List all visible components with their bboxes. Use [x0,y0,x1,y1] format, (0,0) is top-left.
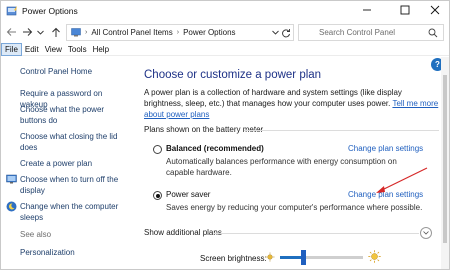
breadcrumb[interactable]: › All Control Panel Items › Power Option… [66,24,294,41]
minimize-icon [363,9,371,11]
chevron-down-icon [423,231,429,235]
refresh-icon[interactable] [281,28,291,38]
menu-tools[interactable]: Tools [65,43,90,56]
screen-brightness-label: Screen brightness: [200,254,267,263]
control-panel-icon [71,28,81,37]
close-button[interactable] [421,1,449,19]
breadcrumb-separator: › [176,29,180,36]
sidebar-create-plan[interactable]: Create a power plan [20,158,132,169]
balanced-change-settings-link[interactable]: Change plan settings [348,144,423,153]
balanced-plan-name[interactable]: Balanced (recommended) [166,144,264,153]
sidebar-power-buttons[interactable]: Choose what the power buttons do [20,104,132,126]
show-more-divider [214,233,419,234]
breadcrumb-separator: › [85,29,88,36]
expand-plans-button[interactable] [420,227,432,239]
balanced-radio[interactable] [153,145,162,154]
forward-button[interactable] [20,24,34,40]
power-saver-plan-name[interactable]: Power saver [166,190,210,199]
up-button[interactable] [49,24,63,40]
page-description: A power plan is a collection of hardware… [144,87,439,120]
sleep-moon-icon [6,201,17,212]
breadcrumb-item[interactable]: Power Options [183,28,235,37]
menu-edit[interactable]: Edit [22,43,42,56]
title-bar: Power Options [1,1,449,21]
show-additional-plans[interactable]: Show additional plans [144,228,222,237]
window-title: Power Options [22,6,78,16]
sidebar: Control Panel Home Require a password on… [1,57,136,269]
close-icon [430,5,440,15]
power-saver-plan-description: Saves energy by reducing your computer's… [166,203,423,212]
sidebar-closing-lid[interactable]: Choose what closing the lid does [20,131,132,153]
sidebar-turn-off-display[interactable]: Choose when to turn off the display [20,174,132,196]
balanced-plan-description: Automatically balances performance with … [166,157,397,177]
sidebar-personalization[interactable]: Personalization [20,247,132,258]
maximize-button[interactable] [391,1,419,19]
minimize-button[interactable] [353,1,381,19]
search-box[interactable] [298,24,444,41]
see-also-heading: See also [20,230,52,239]
main-content: Choose or customize a power plan A power… [136,57,441,269]
menu-file[interactable]: File [1,42,22,56]
power-saver-change-settings-link[interactable]: Change plan settings [348,190,423,199]
chevron-down-icon[interactable] [272,30,279,35]
arrow-left-icon [6,28,16,36]
sidebar-control-panel-home[interactable]: Control Panel Home [20,66,132,77]
page-title: Choose or customize a power plan [144,69,322,81]
brightness-low-icon [265,252,275,262]
brightness-high-icon [368,250,381,263]
menu-help[interactable]: Help [90,43,112,56]
search-icon [428,28,438,38]
brightness-slider-thumb[interactable] [301,250,306,265]
scrollbar-thumb[interactable] [443,75,447,243]
menu-bar: File Edit View Tools Help [1,42,449,56]
sidebar-computer-sleeps[interactable]: Change when the computer sleeps [20,201,132,223]
power-options-window: Power Options › All Control Panel Items … [0,0,450,270]
recent-locations-button[interactable] [35,24,45,40]
chevron-down-icon [36,30,44,35]
arrow-right-icon [22,28,32,36]
monitor-icon [6,174,17,184]
address-bar: › All Control Panel Items › Power Option… [1,21,449,43]
arrow-up-icon [52,27,60,37]
power-saver-radio[interactable] [153,191,162,200]
description-text: A power plan is a collection of hardware… [144,88,402,108]
search-input[interactable] [319,28,439,37]
maximize-icon [400,5,410,15]
brightness-slider[interactable] [280,250,363,265]
menu-view[interactable]: View [42,43,65,56]
vertical-scrollbar[interactable] [441,57,449,269]
power-options-icon [6,6,17,16]
back-button[interactable] [4,24,18,40]
breadcrumb-item[interactable]: All Control Panel Items [91,28,172,37]
group-divider [244,130,439,131]
brightness-slider-fill [280,256,303,259]
